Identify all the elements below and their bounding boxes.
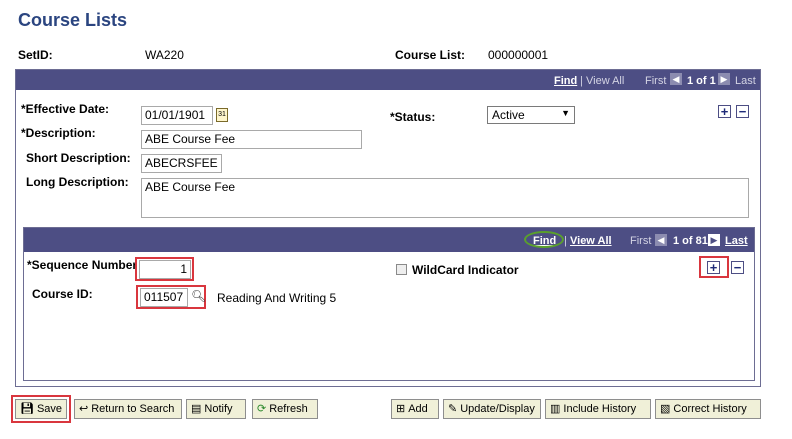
course-id-input[interactable]: 011507	[140, 288, 188, 307]
refresh-icon: ⟳	[257, 403, 267, 415]
save-disk-icon: 💾︎	[20, 403, 34, 415]
include-history-icon: ▥	[550, 403, 561, 415]
inner-nav-bar: Find | View All First ◀ 1 of 81 ▶ Last	[24, 228, 754, 252]
course-list-label: Course List:	[395, 48, 466, 62]
outer-range: 1 of 1	[687, 75, 716, 87]
sequence-number-label: *Sequence Number	[27, 258, 138, 272]
course-id-label: Course ID:	[32, 287, 93, 301]
description-input[interactable]: ABE Course Fee	[141, 130, 362, 149]
status-select-value: Active	[492, 108, 525, 122]
save-button[interactable]: 💾︎ Save	[15, 399, 67, 419]
notify-label: Notify	[204, 403, 233, 415]
sequence-number-input[interactable]: 1	[139, 260, 191, 279]
inner-nav-separator: |	[564, 235, 567, 247]
update-display-button[interactable]: ✎ Update/Display	[443, 399, 541, 419]
inner-range: 1 of 81	[673, 235, 708, 247]
notify-icon: ▤	[191, 403, 202, 415]
chevron-down-icon: ▼	[561, 108, 570, 118]
inner-view-all-link[interactable]: View All	[570, 235, 612, 247]
outer-add-row-button[interactable]: +	[718, 105, 731, 118]
status-label: *Status:	[390, 110, 436, 124]
correct-history-label: Correct History	[673, 403, 747, 415]
course-sequence-panel: Find | View All First ◀ 1 of 81 ▶ Last *…	[23, 227, 755, 381]
outer-first-label: First	[645, 75, 667, 87]
outer-nav-separator: |	[580, 75, 583, 87]
outer-view-all-link[interactable]: View All	[586, 75, 624, 87]
long-description-textarea[interactable]: ABE Course Fee	[141, 178, 749, 218]
setid-label: SetID:	[18, 48, 53, 62]
inner-add-row-button[interactable]: +	[707, 261, 720, 274]
include-history-button[interactable]: ▥ Include History	[545, 399, 651, 419]
status-select[interactable]: Active ▼	[487, 106, 575, 124]
return-search-icon: ↩	[79, 403, 89, 415]
return-to-search-label: Return to Search	[91, 403, 175, 415]
search-lookup-icon[interactable]: 🔍︎	[191, 288, 206, 304]
outer-delete-row-button[interactable]: −	[736, 105, 749, 118]
wildcard-indicator-label: WildCard Indicator	[412, 263, 519, 277]
notify-button[interactable]: ▤ Notify	[186, 399, 246, 419]
outer-nav-bar: Find | View All First ◀ 1 of 1 ▶ Last	[16, 70, 760, 90]
return-to-search-button[interactable]: ↩ Return to Search	[74, 399, 182, 419]
description-label: *Description:	[21, 126, 96, 140]
update-display-icon: ✎	[448, 403, 458, 415]
page-title: Course Lists	[18, 10, 128, 30]
short-description-label: Short Description:	[26, 151, 131, 165]
outer-find-link[interactable]: Find	[554, 75, 577, 87]
long-description-label: Long Description:	[26, 175, 129, 189]
outer-next-arrow-icon[interactable]: ▶	[718, 73, 730, 85]
outer-prev-arrow-icon[interactable]: ◀	[670, 73, 682, 85]
setid-value: WA220	[145, 48, 184, 62]
outer-last-label: Last	[735, 75, 756, 87]
find-highlight-circle	[524, 231, 564, 248]
effective-date-input[interactable]: 01/01/1901	[141, 106, 213, 125]
effective-date-label: *Effective Date:	[21, 102, 110, 116]
course-list-value: 000000001	[488, 48, 549, 62]
calendar-icon[interactable]: 31	[216, 108, 228, 122]
inner-next-arrow-icon[interactable]: ▶	[708, 234, 720, 246]
inner-last-link[interactable]: Last	[725, 235, 748, 247]
refresh-label: Refresh	[269, 403, 308, 415]
inner-delete-row-button[interactable]: −	[731, 261, 744, 274]
course-title-text: Reading And Writing 5	[217, 291, 337, 305]
short-description-input[interactable]: ABECRSFEE	[141, 154, 222, 173]
refresh-button[interactable]: ⟳ Refresh	[252, 399, 318, 419]
inner-first-label: First	[630, 235, 652, 247]
add-button[interactable]: ⊞ Add	[391, 399, 439, 419]
course-list-panel: Find | View All First ◀ 1 of 1 ▶ Last *E…	[15, 69, 761, 387]
add-label: Add	[408, 403, 428, 415]
inner-prev-arrow-icon[interactable]: ◀	[655, 234, 667, 246]
save-button-label: Save	[36, 403, 63, 415]
update-display-label: Update/Display	[460, 403, 535, 415]
add-icon: ⊞	[396, 403, 406, 415]
correct-history-button[interactable]: ▧ Correct History	[655, 399, 761, 419]
correct-history-icon: ▧	[660, 403, 671, 415]
include-history-label: Include History	[563, 403, 637, 415]
wildcard-checkbox[interactable]	[396, 264, 407, 275]
